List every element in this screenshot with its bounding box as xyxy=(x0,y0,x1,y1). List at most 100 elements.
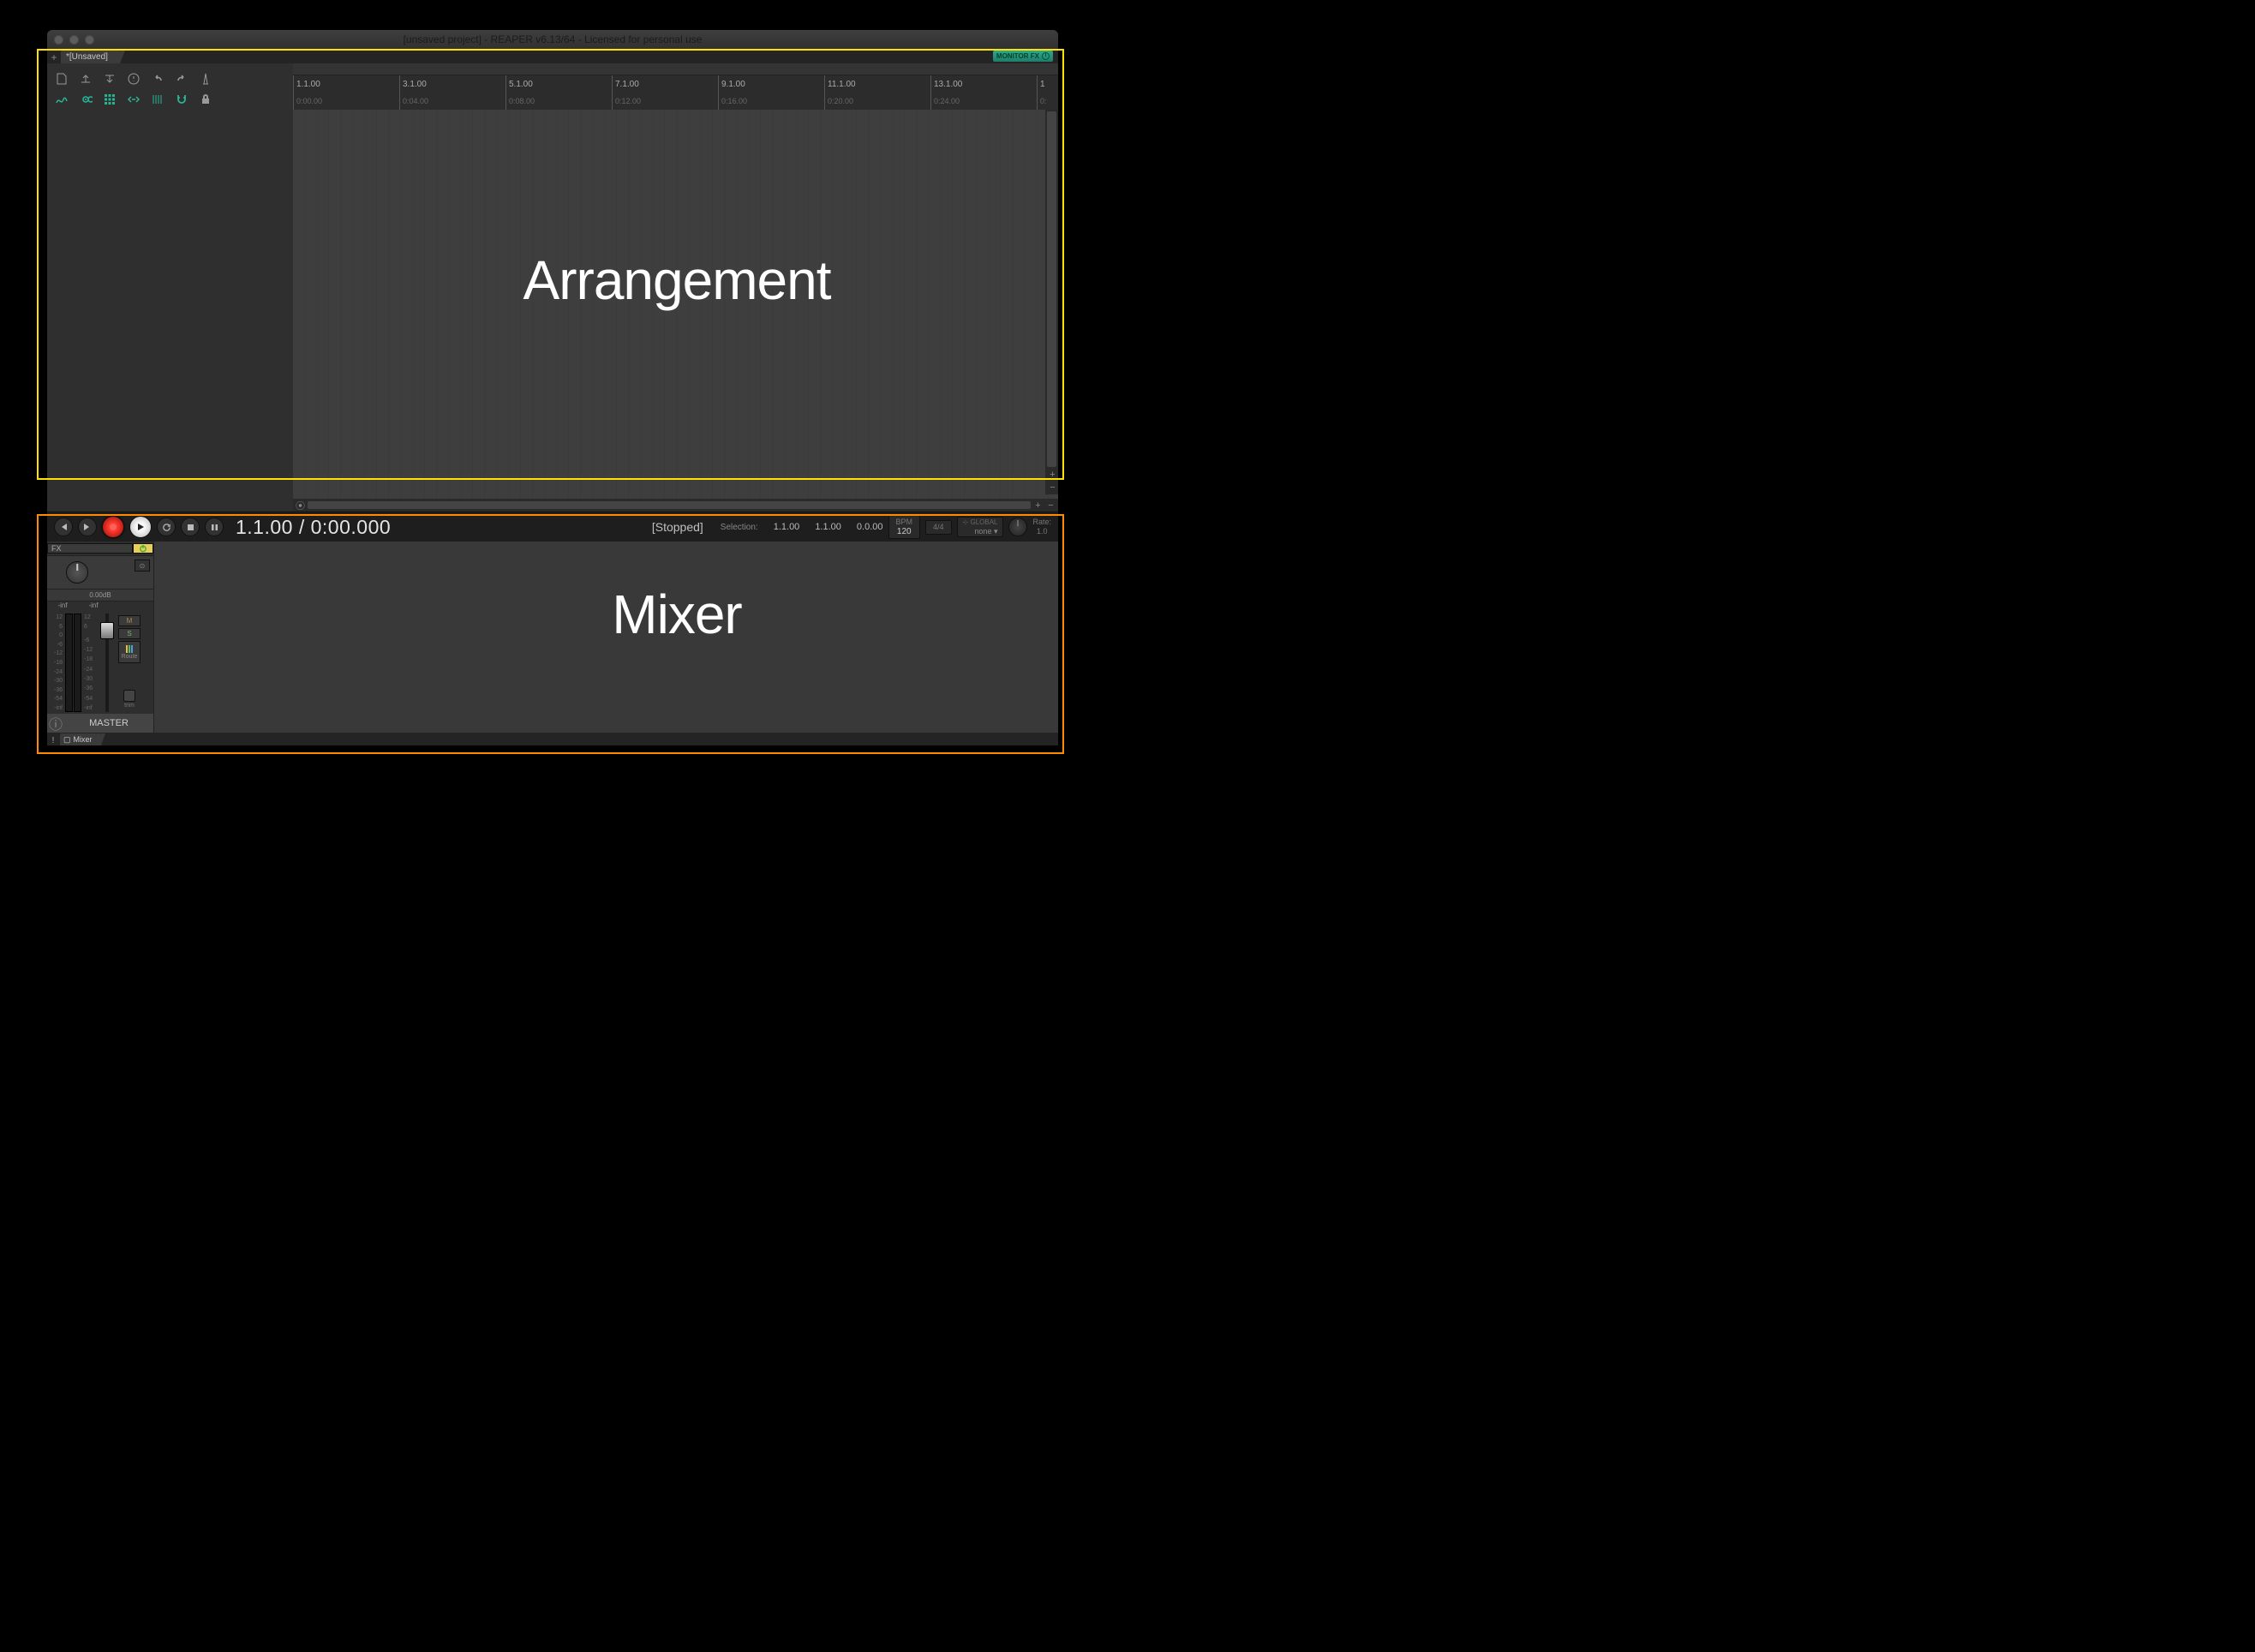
scroll-home-button[interactable]: ⦿ xyxy=(295,500,306,511)
open-project-button[interactable] xyxy=(76,70,95,87)
ruler-time: 0: xyxy=(1040,97,1047,105)
master-meter-scale-left: 1260-6-12-18-24-30-36-54-inf xyxy=(49,614,64,712)
hscroll-thumb[interactable] xyxy=(308,501,1031,509)
grouping-button[interactable] xyxy=(76,91,95,108)
arrangement-panel: 1.1.000:00.00 3.1.000:04.00 5.1.000:08.0… xyxy=(47,63,1058,512)
ruler-bar: 7.1.00 xyxy=(615,80,641,89)
master-peak-r: -inf xyxy=(78,602,109,612)
selection-display[interactable]: Selection: 1.1.00 1.1.00 0.0.00 xyxy=(721,522,883,532)
master-label: MASTER xyxy=(64,718,153,728)
track-control-panel xyxy=(47,63,293,512)
vertical-scrollbar[interactable]: + − xyxy=(1045,110,1058,494)
playrate-display[interactable]: Rate: 1.0 xyxy=(1032,518,1051,536)
master-meter-r xyxy=(74,614,81,712)
selection-end: 1.1.00 xyxy=(815,522,841,532)
ruler-time: 0:16.00 xyxy=(721,97,747,105)
pause-button[interactable] xyxy=(205,518,224,536)
horizontal-scrollbar[interactable]: ⦿ + − xyxy=(293,499,1058,512)
vscroll-thumb[interactable] xyxy=(1047,111,1056,467)
ripple-button[interactable] xyxy=(124,91,143,108)
automation-mode-scope-icon: ⊹ GLOBAL xyxy=(963,518,998,527)
grid-button[interactable] xyxy=(100,91,119,108)
marker-lane[interactable] xyxy=(293,63,1058,75)
trim-label: trim xyxy=(124,703,135,709)
record-button[interactable] xyxy=(102,516,124,538)
master-solo-button[interactable]: S xyxy=(118,628,141,639)
envelopes-button[interactable] xyxy=(52,91,71,108)
master-fader-cap[interactable] xyxy=(100,622,114,639)
time-signature-field[interactable]: 4/4 xyxy=(925,520,952,535)
master-trim-button[interactable]: trim xyxy=(118,690,141,712)
envelope-icon xyxy=(123,690,135,702)
zoom-out-h-button[interactable]: − xyxy=(1045,500,1056,511)
ruler-bar: 9.1.00 xyxy=(721,80,747,89)
master-fx-bypass-button[interactable] xyxy=(133,543,153,554)
master-volume-readout[interactable]: 0.00dB xyxy=(47,590,153,602)
master-meter-scale-right: 126-6-12-18-24-30-36-54-inf xyxy=(82,614,98,712)
project-settings-button[interactable] xyxy=(124,70,143,87)
stop-button[interactable] xyxy=(181,518,200,536)
zoom-out-v-button[interactable]: − xyxy=(1047,482,1058,493)
transport-bar: 1.1.00 / 0:00.000 [Stopped] Selection: 1… xyxy=(47,512,1058,542)
ruler-bar: 1 xyxy=(1040,80,1047,89)
mixer-tab[interactable]: ▢ Mixer xyxy=(60,733,101,745)
automation-mode-value: none ▾ xyxy=(974,527,997,536)
move-envelope-points-button[interactable] xyxy=(148,91,167,108)
arrange-view: 1.1.000:00.00 3.1.000:04.00 5.1.000:08.0… xyxy=(293,63,1058,512)
master-info-icon[interactable]: ⓘ xyxy=(47,714,64,733)
snap-button[interactable] xyxy=(172,91,191,108)
bpm-field[interactable]: BPM 120 xyxy=(888,515,921,539)
play-button[interactable] xyxy=(129,516,152,538)
master-fader[interactable] xyxy=(105,614,109,712)
track-list-empty[interactable] xyxy=(47,115,293,512)
ruler-bar: 1.1.00 xyxy=(296,80,322,89)
master-pan-knob[interactable] xyxy=(66,561,88,584)
metronome-button[interactable] xyxy=(196,70,215,87)
mixer-empty-area[interactable] xyxy=(154,542,1058,733)
bpm-value: 120 xyxy=(896,527,913,536)
mixer-panel: FX ⊙ 0.00dB -inf -inf xyxy=(47,542,1058,745)
save-project-button[interactable] xyxy=(100,70,119,87)
track-area[interactable] xyxy=(293,110,1058,499)
monitor-fx-label: MONITOR FX xyxy=(996,52,1039,60)
window-title: [unsaved project] - REAPER v6.13/64 - Li… xyxy=(47,33,1058,45)
new-project-button[interactable] xyxy=(52,70,71,87)
zoom-in-h-button[interactable]: + xyxy=(1032,500,1044,511)
master-mono-button[interactable]: ⊙ xyxy=(135,560,150,572)
route-label: Route xyxy=(122,654,138,660)
project-tab-strip: + *[Unsaved] MONITOR FX xyxy=(47,49,1058,63)
master-peak-l: -inf xyxy=(47,602,78,612)
zoom-in-v-button[interactable]: + xyxy=(1047,469,1058,480)
ruler-bar: 13.1.00 xyxy=(934,80,962,89)
mixer-tab-icon: ▢ xyxy=(63,735,71,745)
ruler-time: 0:08.00 xyxy=(509,97,535,105)
go-to-start-button[interactable] xyxy=(54,518,73,536)
bpm-label: BPM xyxy=(896,518,913,527)
go-to-end-button[interactable] xyxy=(78,518,97,536)
repeat-button[interactable] xyxy=(157,518,176,536)
master-meter-l xyxy=(65,614,73,712)
selection-label: Selection: xyxy=(721,523,758,532)
undo-button[interactable] xyxy=(148,70,167,87)
playrate-value: 1.0 xyxy=(1037,527,1048,536)
ruler-bar: 5.1.00 xyxy=(509,80,535,89)
automation-mode-button[interactable]: ⊹ GLOBAL none ▾ xyxy=(957,517,1004,537)
master-mute-button[interactable]: M xyxy=(118,615,141,626)
selection-length: 0.0.00 xyxy=(857,522,883,532)
project-tab[interactable]: *[Unsaved] xyxy=(61,51,120,63)
master-route-button[interactable]: Route xyxy=(118,641,141,663)
master-name-row[interactable]: ⓘ MASTER xyxy=(47,714,153,733)
timeline-ruler[interactable]: 1.1.000:00.00 3.1.000:04.00 5.1.000:08.0… xyxy=(293,75,1058,110)
route-icon xyxy=(126,645,133,653)
lock-button[interactable] xyxy=(196,91,215,108)
master-fx-button[interactable]: FX xyxy=(47,543,133,554)
time-signature-value: 4/4 xyxy=(933,523,944,532)
new-project-tab-button[interactable]: + xyxy=(49,51,59,63)
time-display[interactable]: 1.1.00 / 0:00.000 xyxy=(229,516,398,539)
playrate-knob[interactable] xyxy=(1008,518,1027,536)
dock-menu-button[interactable]: ! xyxy=(49,736,57,745)
titlebar: [unsaved project] - REAPER v6.13/64 - Li… xyxy=(47,30,1058,49)
monitor-fx-button[interactable]: MONITOR FX xyxy=(993,51,1053,62)
monitor-fx-power-icon xyxy=(1042,52,1050,60)
redo-button[interactable] xyxy=(172,70,191,87)
